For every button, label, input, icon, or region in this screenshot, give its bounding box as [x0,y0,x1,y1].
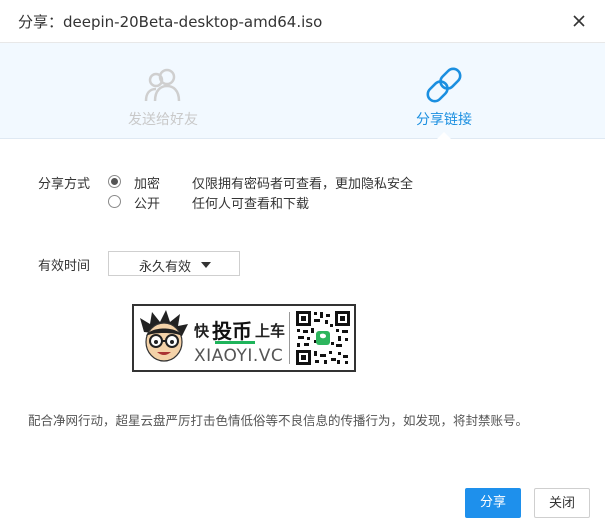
option-encrypted-description: 仅限拥有密码者可查看，更加隐私安全 [192,177,414,192]
active-tab-indicator [437,132,451,139]
radio-encrypted[interactable] [108,175,121,188]
qr-code-icon [295,310,351,366]
share-tabs: 发送给好友 分享链接 [0,43,605,139]
close-icon[interactable] [570,12,588,30]
tab-send-to-friends[interactable]: 发送给好友 [78,43,248,138]
tab-share-link[interactable]: 分享链接 [359,43,529,139]
watermark-banner: 快 投币 上车 XIAOYI.VC [132,304,356,372]
banner-text-2: 投币 [212,319,252,343]
radio-public[interactable] [108,195,121,208]
banner-text-1: 快 [194,322,210,340]
tab-send-label: 发送给好友 [128,112,198,128]
share-button[interactable]: 分享 [465,488,521,518]
validity-select[interactable]: 永久有效 [108,251,240,276]
share-method-label: 分享方式 [38,177,91,192]
validity-label: 有效时间 [38,259,91,274]
users-icon [144,68,181,102]
title-bar: 分享：deepin-20Beta-desktop-amd64.iso [0,0,605,43]
tab-link-label: 分享链接 [416,112,472,128]
option-public-description: 任何人可查看和下载 [192,197,310,212]
window-title: 分享：deepin-20Beta-desktop-amd64.iso [18,13,323,31]
validity-value: 永久有效 [139,260,192,275]
close-button[interactable]: 关闭 [534,488,590,518]
banner-divider [289,312,290,364]
banner-underline [215,341,255,344]
notice-text: 配合净网行动，超星云盘严厉打击色情低俗等不良信息的传播行为，如发现，将封禁账号。 [28,413,529,428]
option-encrypted-label[interactable]: 加密 [134,173,160,192]
chevron-down-icon [201,262,211,268]
banner-subtext: XIAOYI.VC [194,346,284,366]
link-icon [426,67,462,103]
banner-text-3: 上车 [255,322,286,340]
cartoon-avatar-icon [140,310,188,362]
option-public-label[interactable]: 公开 [134,193,160,212]
